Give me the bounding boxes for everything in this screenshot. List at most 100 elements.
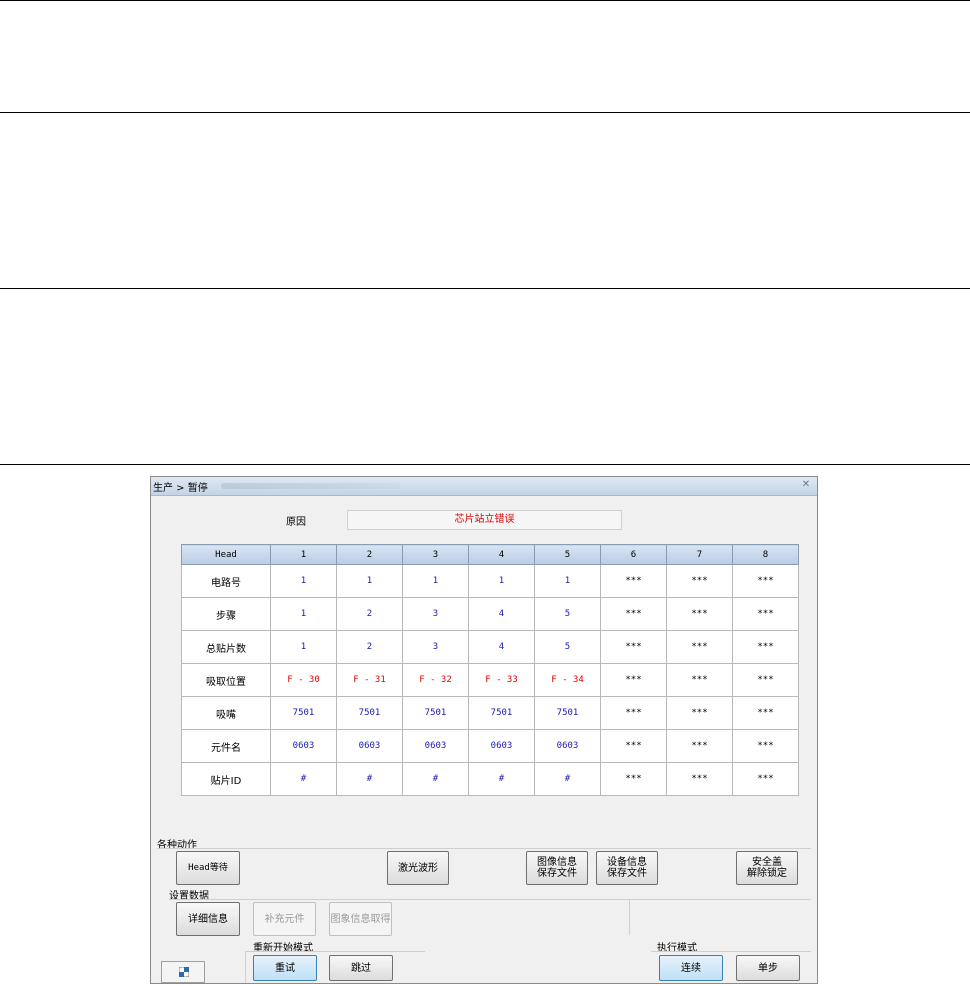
table-cell: *** xyxy=(666,663,733,697)
window-layout-icon xyxy=(179,967,189,977)
divider-1 xyxy=(0,112,970,113)
table-cell: *** xyxy=(732,762,799,796)
table-cell: *** xyxy=(600,564,667,598)
close-icon[interactable]: ✕ xyxy=(801,480,811,490)
table-cell: 0603 xyxy=(468,729,535,763)
table-cell: 1 xyxy=(534,564,601,598)
table-cell: 4 xyxy=(468,630,535,664)
row-label-step: 步骤 xyxy=(181,597,271,631)
table-cell: 7501 xyxy=(270,696,337,730)
table-cell: *** xyxy=(600,663,667,697)
skip-button[interactable]: 跳过 xyxy=(329,955,393,981)
row-label-nozzle: 吸嘴 xyxy=(181,696,271,730)
table-cell: 3 xyxy=(402,630,469,664)
table-cell: F - 30 xyxy=(270,663,337,697)
table-cell: *** xyxy=(732,597,799,631)
pause-dialog: 生产 > 暂停 ✕ 原因 芯片站立错误 Head 1 2 3 4 5 6 7 8… xyxy=(150,476,818,984)
header-col-7: 7 xyxy=(666,544,733,565)
table-cell: F - 32 xyxy=(402,663,469,697)
table-cell: *** xyxy=(600,630,667,664)
table-cell: 1 xyxy=(402,564,469,598)
table-cell: # xyxy=(468,762,535,796)
table-cell: *** xyxy=(600,762,667,796)
table-cell: 7501 xyxy=(534,696,601,730)
exec-mode-line xyxy=(651,951,811,952)
row-label-component: 元件名 xyxy=(181,729,271,763)
table-row: 步骤 1 2 3 4 5 *** *** *** xyxy=(181,597,799,631)
restart-mode-left-edge xyxy=(245,951,246,983)
header-col-8: 8 xyxy=(732,544,799,565)
table-cell: F - 31 xyxy=(336,663,403,697)
row-label-pickup: 吸取位置 xyxy=(181,663,271,697)
table-cell: *** xyxy=(666,564,733,598)
row-label-total: 总贴片数 xyxy=(181,630,271,664)
table-cell: F - 33 xyxy=(468,663,535,697)
settings-group-line xyxy=(169,899,811,900)
table-cell: *** xyxy=(732,630,799,664)
table-cell: *** xyxy=(666,630,733,664)
corner-button[interactable] xyxy=(161,961,205,983)
actions-group-line xyxy=(157,848,811,849)
header-col-1: 1 xyxy=(270,544,337,565)
head-wait-button[interactable]: Head等待 xyxy=(176,851,240,885)
table-cell: # xyxy=(336,762,403,796)
header-col-5: 5 xyxy=(534,544,601,565)
header-col-2: 2 xyxy=(336,544,403,565)
table-cell: 1 xyxy=(468,564,535,598)
title-bar-decoration xyxy=(221,483,401,489)
reason-field: 芯片站立错误 xyxy=(347,510,622,530)
table-cell: 1 xyxy=(336,564,403,598)
table-cell: 1 xyxy=(270,630,337,664)
table-cell: 7501 xyxy=(402,696,469,730)
table-cell: *** xyxy=(732,696,799,730)
table-cell: # xyxy=(534,762,601,796)
image-info-save-button[interactable]: 图像信息 保存文件 xyxy=(526,851,588,885)
table-row: 元件名 0603 0603 0603 0603 0603 *** *** *** xyxy=(181,729,799,763)
image-info-save-label: 图像信息 保存文件 xyxy=(537,857,577,879)
table-cell: *** xyxy=(666,597,733,631)
device-info-save-button[interactable]: 设备信息 保存文件 xyxy=(596,851,658,885)
table-cell: 0603 xyxy=(402,729,469,763)
laser-waveform-button[interactable]: 激光波形 xyxy=(387,851,449,885)
header-col-6: 6 xyxy=(600,544,667,565)
table-cell: *** xyxy=(666,696,733,730)
table-cell: 1 xyxy=(270,597,337,631)
table-row: 贴片ID # # # # # *** *** *** xyxy=(181,762,799,796)
reason-label: 原因 xyxy=(286,517,306,528)
detail-info-button[interactable]: 详细信息 xyxy=(176,902,240,936)
divider-2 xyxy=(0,288,970,289)
single-step-button[interactable]: 单步 xyxy=(736,955,800,981)
table-cell: 5 xyxy=(534,597,601,631)
table-cell: # xyxy=(402,762,469,796)
row-label-placement-id: 贴片ID xyxy=(181,762,271,796)
table-cell: 2 xyxy=(336,630,403,664)
settings-separator xyxy=(629,899,630,935)
table-cell: # xyxy=(270,762,337,796)
device-info-save-label: 设备信息 保存文件 xyxy=(607,857,647,879)
table-cell: *** xyxy=(600,696,667,730)
table-row: 吸嘴 7501 7501 7501 7501 7501 *** *** *** xyxy=(181,696,799,730)
header-col-3: 3 xyxy=(402,544,469,565)
image-info-acquire-button[interactable]: 图象信息取得 xyxy=(329,902,392,936)
safety-cover-unlock-button[interactable]: 安全盖 解除锁定 xyxy=(736,851,798,885)
table-cell: *** xyxy=(732,663,799,697)
table-cell: 7501 xyxy=(336,696,403,730)
table-row: 电路号 1 1 1 1 1 *** *** *** xyxy=(181,564,799,598)
table-cell: 4 xyxy=(468,597,535,631)
table-cell: 3 xyxy=(402,597,469,631)
retry-button[interactable]: 重试 xyxy=(253,955,317,981)
row-label-circuit: 电路号 xyxy=(181,564,271,598)
header-head: Head xyxy=(181,544,271,565)
table-cell: *** xyxy=(600,597,667,631)
window-title: 生产 > 暂停 xyxy=(153,483,208,494)
table-cell: *** xyxy=(666,729,733,763)
continuous-button[interactable]: 连续 xyxy=(659,955,723,981)
table-cell: 5 xyxy=(534,630,601,664)
supplement-component-button[interactable]: 补充元件 xyxy=(253,902,316,936)
table-cell: F - 34 xyxy=(534,663,601,697)
table-cell: 0603 xyxy=(336,729,403,763)
table-cell: 0603 xyxy=(534,729,601,763)
table-header-row: Head 1 2 3 4 5 6 7 8 xyxy=(181,544,799,565)
head-status-table: Head 1 2 3 4 5 6 7 8 电路号 1 1 1 1 1 *** *… xyxy=(181,544,799,796)
top-divider xyxy=(0,0,970,1)
